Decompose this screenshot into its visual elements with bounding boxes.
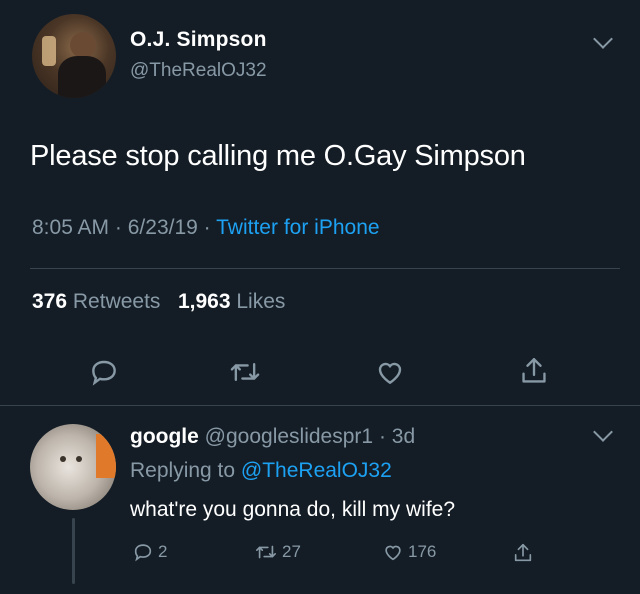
tweet-detail-screen: O.J. Simpson @TheRealOJ32 Please stop ca… [0, 0, 640, 594]
tweet-text: Please stop calling me O.Gay Simpson [30, 140, 526, 172]
author-name[interactable]: O.J. Simpson [130, 28, 267, 52]
reply-retweet-button[interactable]: 27 [254, 541, 301, 563]
author-avatar[interactable] [32, 14, 116, 98]
chevron-down-icon[interactable] [593, 29, 613, 49]
reply-header: google @googleslidespr1 · 3d [130, 425, 415, 449]
avatar-body-detail [58, 56, 106, 98]
reply-reply-count: 2 [158, 542, 168, 561]
retweets-label: Retweets [72, 290, 161, 313]
tweet-stats: 376 Retweets 1,963 Likes [32, 290, 285, 314]
reply-bubble-icon [134, 544, 152, 562]
likes-stat[interactable]: 1,963 Likes [178, 290, 285, 313]
share-button[interactable] [518, 354, 550, 388]
avatar-head-detail [70, 32, 96, 58]
reply-reply-button[interactable]: 2 [132, 541, 167, 563]
replying-to-line: Replying to @TheRealOJ32 [130, 459, 392, 483]
chevron-down-icon[interactable] [593, 422, 613, 442]
heart-icon [378, 362, 402, 385]
meta-separator: · [114, 216, 122, 239]
reply-button[interactable] [88, 356, 120, 388]
reply-share-button[interactable] [512, 541, 534, 565]
avatar-lamp-detail [42, 36, 56, 66]
share-icon [514, 543, 532, 562]
reply-text: what're you gonna do, kill my wife? [130, 498, 456, 521]
replying-to-link[interactable]: @TheRealOJ32 [241, 459, 392, 482]
divider [0, 405, 640, 406]
reply-retweet-count: 27 [282, 542, 301, 561]
tweet-meta: 8:05 AM · 6/23/19 · Twitter for iPhone [32, 216, 380, 240]
likes-label: Likes [236, 290, 286, 313]
retweet-button[interactable] [228, 356, 262, 388]
author-handle[interactable]: @TheRealOJ32 [130, 60, 267, 82]
retweet-icon [230, 362, 260, 382]
retweets-stat[interactable]: 376 Retweets [32, 290, 160, 313]
tweet-date: 6/23/19 [127, 216, 198, 239]
likes-count: 1,963 [177, 290, 231, 313]
share-icon [522, 358, 546, 383]
reply-like-count: 176 [408, 542, 437, 561]
heart-icon [385, 545, 401, 561]
tweet-client-link[interactable]: Twitter for iPhone [216, 216, 379, 239]
divider [30, 268, 620, 269]
retweet-icon [256, 545, 276, 559]
reply-age: 3d [391, 425, 416, 448]
avatar-eye-detail [60, 456, 66, 462]
reply-author-handle[interactable]: @googleslidespr1 [205, 425, 373, 448]
reply-separator: · [378, 425, 386, 448]
thread-line [72, 518, 75, 584]
reply-like-button[interactable]: 176 [382, 541, 436, 563]
reply-bubble-icon [92, 360, 116, 386]
meta-separator: · [203, 216, 211, 239]
like-button[interactable] [374, 356, 406, 388]
retweets-count: 376 [32, 290, 68, 313]
avatar-background-detail [96, 434, 116, 478]
reply-author-name[interactable]: google [130, 425, 199, 448]
avatar-eye-detail [76, 456, 82, 462]
tweet-time: 8:05 AM [32, 216, 110, 239]
reply-author-avatar[interactable] [30, 424, 116, 510]
replying-prefix: Replying to [130, 459, 236, 482]
